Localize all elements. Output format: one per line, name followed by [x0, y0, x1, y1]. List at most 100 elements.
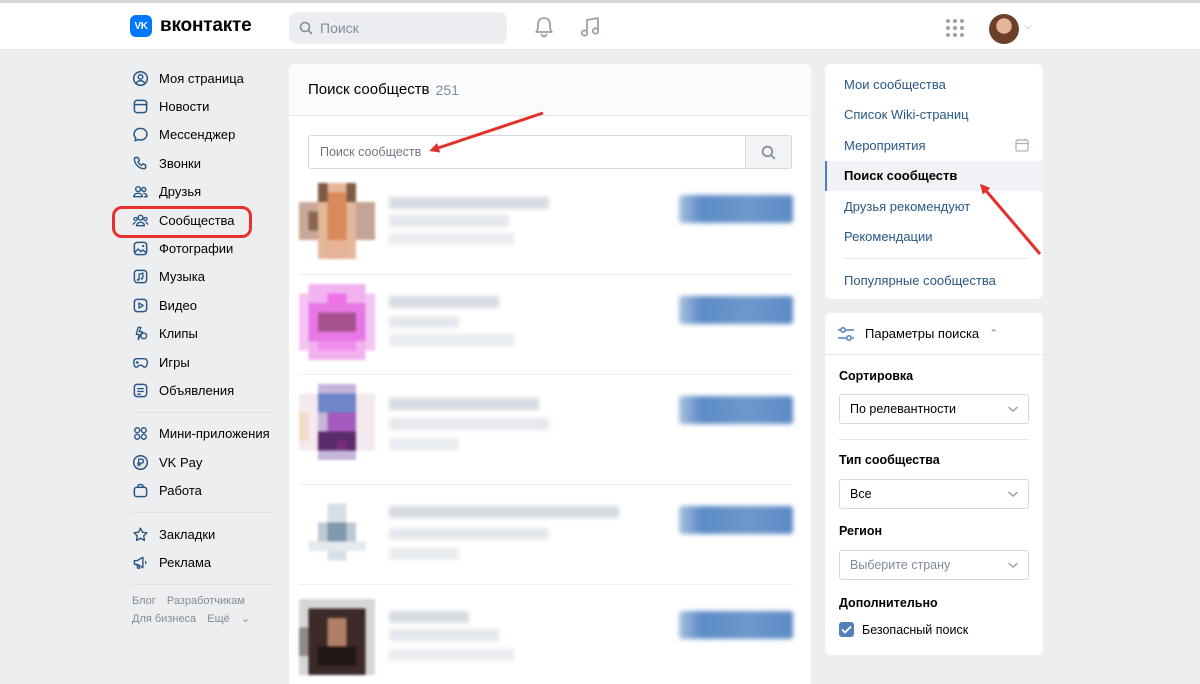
community-type-label: Тип сообщества	[839, 453, 940, 467]
nav-work[interactable]: Работа	[124, 476, 274, 504]
nav-advertising[interactable]: Реклама	[124, 548, 274, 576]
blurred-join-button[interactable]	[679, 195, 793, 223]
filters-header[interactable]: Параметры поиска ⌃	[825, 313, 1043, 355]
nav-games[interactable]: Игры	[124, 348, 274, 376]
nav-bookmarks[interactable]: Закладки	[124, 520, 274, 548]
nav-label: Клипы	[159, 326, 198, 342]
nav-divider	[132, 511, 272, 513]
search-icon	[761, 145, 776, 159]
nav-communities[interactable]: Сообщества	[112, 205, 274, 238]
nav-music[interactable]: Музыка	[124, 263, 274, 291]
search-button[interactable]	[745, 136, 791, 168]
chevron-down-icon[interactable]: ⌵	[1024, 21, 1032, 32]
menu-wiki-pages[interactable]: Список Wiki-страниц	[825, 100, 1043, 131]
menu-my-communities[interactable]: Мои сообщества	[825, 69, 1043, 100]
blurred-community-members	[389, 233, 514, 245]
news-icon	[132, 98, 149, 115]
footer-link-business[interactable]: Для бизнеса	[132, 613, 196, 625]
nav-video[interactable]: Видео	[124, 291, 274, 319]
row-divider	[299, 274, 793, 275]
nav-calls[interactable]: Звонки	[124, 149, 274, 177]
region-label: Регион	[839, 524, 883, 538]
nav-label: Работа	[159, 483, 202, 499]
results-count: 251	[435, 81, 459, 98]
row-divider	[299, 374, 793, 375]
nav-label: Игры	[159, 354, 190, 370]
menu-divider	[844, 258, 1028, 259]
chevron-up-icon: ⌃	[989, 328, 999, 340]
region-select[interactable]: Выберите страну	[839, 550, 1029, 580]
highlight-ring-annotation	[112, 205, 252, 238]
row-divider	[299, 584, 793, 585]
filters-divider	[839, 439, 1029, 440]
community-search-input[interactable]: Поиск сообществ	[309, 136, 745, 168]
nav-vk-pay[interactable]: VK Pay	[124, 448, 274, 476]
nav-label: Закладки	[159, 526, 216, 542]
menu-friends-recommend[interactable]: Друзья рекомендуют	[825, 191, 1043, 222]
footer-link-blog[interactable]: Блог	[132, 595, 156, 607]
nav-divider	[132, 583, 272, 585]
nav-messenger[interactable]: Мессенджер	[124, 121, 274, 149]
blurred-community-info	[389, 418, 549, 430]
music-icon[interactable]	[579, 15, 601, 39]
blurred-community-info	[389, 528, 549, 540]
menu-popular-communities[interactable]: Популярные сообщества	[825, 265, 1043, 296]
list-item[interactable]	[299, 599, 793, 679]
nav-mini-apps[interactable]: Мини-приложения	[124, 420, 274, 448]
blurred-join-button[interactable]	[679, 296, 793, 324]
star-icon	[132, 526, 149, 543]
community-search-field[interactable]: Поиск сообществ	[308, 135, 792, 169]
friends-icon	[132, 183, 149, 200]
list-item[interactable]	[299, 284, 793, 364]
vk-logo[interactable]: VK вконтакте	[130, 15, 252, 37]
chevron-down-icon	[1008, 562, 1018, 569]
header-search-input[interactable]: Поиск	[289, 12, 507, 44]
apps-icon	[132, 425, 149, 442]
header-search-placeholder: Поиск	[320, 20, 359, 36]
nav-ads-board[interactable]: Объявления	[124, 376, 274, 404]
blurred-community-name	[389, 611, 469, 623]
nav-label: Фотографии	[159, 241, 234, 257]
footer-link-more[interactable]: Ещё ⌄	[207, 613, 258, 625]
footer-link-developers[interactable]: Разработчикам	[167, 595, 245, 607]
bell-icon[interactable]	[533, 15, 555, 39]
apps-grid-icon[interactable]	[946, 19, 964, 37]
community-avatar	[299, 284, 375, 360]
nav-photos[interactable]: Фотографии	[124, 234, 274, 262]
nav-news[interactable]: Новости	[124, 92, 274, 120]
menu-events[interactable]: Мероприятия	[825, 130, 1043, 161]
safe-search-label: Безопасный поиск	[862, 622, 969, 637]
nav-label: Друзья	[159, 184, 202, 200]
message-icon	[132, 126, 149, 143]
nav-label: Моя страница	[159, 70, 244, 86]
blurred-join-button[interactable]	[679, 611, 793, 639]
chevron-down-icon	[1008, 491, 1018, 498]
user-circle-icon	[132, 70, 149, 87]
row-divider	[299, 484, 793, 485]
blurred-join-button[interactable]	[679, 396, 793, 424]
list-item[interactable]	[299, 183, 793, 263]
nav-label: Реклама	[159, 554, 212, 570]
nav-footer-links: Блог Разработчикам Для бизнеса Ещё ⌄	[132, 592, 274, 628]
user-avatar[interactable]	[989, 14, 1019, 44]
nav-my-page[interactable]: Моя страница	[124, 64, 274, 92]
community-type-select[interactable]: Все	[839, 479, 1029, 509]
region-placeholder: Выберите страну	[850, 558, 951, 572]
top-header: VK вконтакте Поиск ⌵	[0, 0, 1200, 50]
blurred-join-button[interactable]	[679, 506, 793, 534]
calendar-icon[interactable]	[1015, 138, 1029, 152]
menu-recommendations[interactable]: Рекомендации	[825, 222, 1043, 253]
nav-label: Мессенджер	[159, 127, 236, 143]
nav-friends[interactable]: Друзья	[124, 178, 274, 206]
sort-value: По релевантности	[850, 402, 957, 416]
sort-select[interactable]: По релевантности	[839, 394, 1029, 424]
gamepad-icon	[132, 354, 149, 371]
list-item[interactable]	[299, 494, 793, 574]
nav-label: Новости	[159, 99, 210, 115]
safe-search-checkbox[interactable]: Безопасный поиск	[839, 622, 968, 637]
panel-header: Поиск сообществ 251	[289, 64, 811, 116]
community-avatar	[299, 183, 375, 259]
list-item[interactable]	[299, 384, 793, 464]
nav-clips[interactable]: Клипы	[124, 320, 274, 348]
menu-community-search[interactable]: Поиск сообществ	[825, 160, 1043, 191]
